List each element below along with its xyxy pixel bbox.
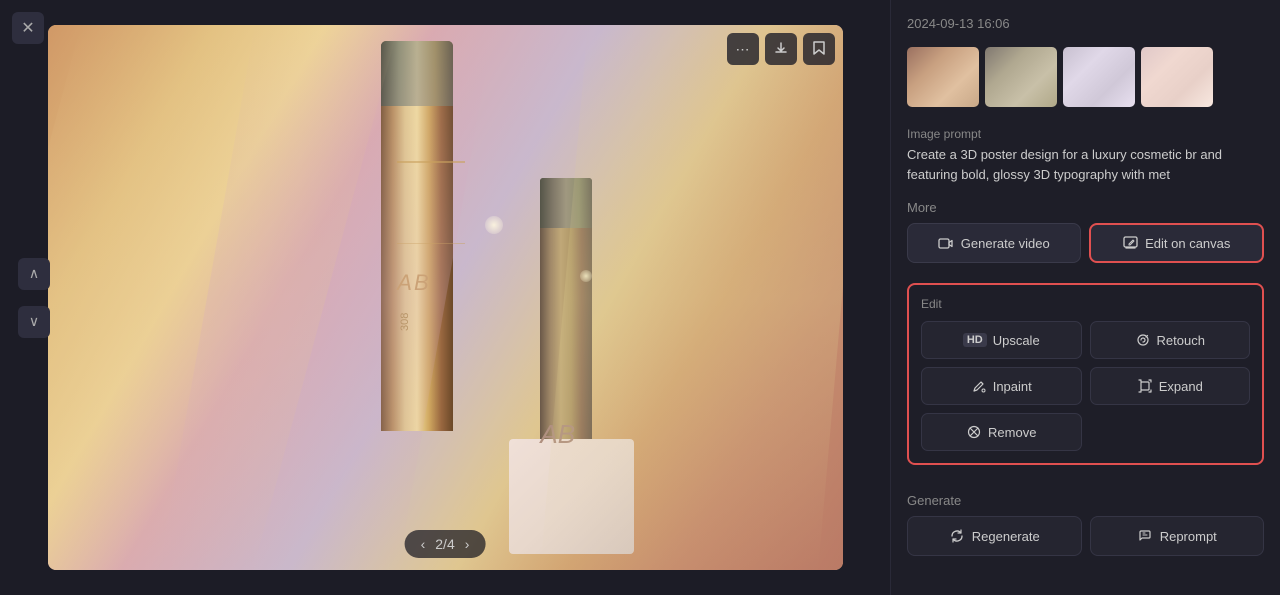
thumbnail-1[interactable] xyxy=(907,47,979,107)
generate-buttons-row: Regenerate Reprompt xyxy=(907,516,1264,556)
canvas-icon xyxy=(1122,235,1138,251)
prompt-section: Image prompt Create a 3D poster design f… xyxy=(907,127,1264,184)
main-image: AB 308 AB ⋯ xyxy=(48,25,843,570)
retouch-icon xyxy=(1135,332,1151,348)
hd-badge: HD xyxy=(963,333,987,347)
regenerate-button[interactable]: Regenerate xyxy=(907,516,1082,556)
edit-buttons-grid: HD Upscale Retouch xyxy=(921,321,1250,451)
remove-label: Remove xyxy=(988,425,1036,440)
remove-icon xyxy=(966,424,982,440)
prompt-text: Create a 3D poster design for a luxury c… xyxy=(907,145,1264,184)
nav-up-button[interactable]: ∧ xyxy=(18,258,50,290)
page-number: 2/4 xyxy=(435,536,454,552)
next-page-button[interactable]: › xyxy=(463,536,472,552)
edit-on-canvas-label: Edit on canvas xyxy=(1145,236,1230,251)
prev-page-button[interactable]: ‹ xyxy=(419,536,428,552)
thumbnail-4[interactable] xyxy=(1141,47,1213,107)
thumbnail-2[interactable] xyxy=(985,47,1057,107)
edit-section-label: Edit xyxy=(921,297,1250,311)
expand-label: Expand xyxy=(1159,379,1203,394)
more-icon: ⋯ xyxy=(736,41,750,58)
more-buttons-row: Generate video Edit on canvas xyxy=(907,223,1264,263)
cosmetic-background: AB 308 AB xyxy=(48,25,843,570)
next-icon: › xyxy=(465,536,470,552)
prompt-label: Image prompt xyxy=(907,127,1264,141)
reprompt-button[interactable]: Reprompt xyxy=(1090,516,1265,556)
generate-video-button[interactable]: Generate video xyxy=(907,223,1081,263)
image-top-controls: ⋯ xyxy=(727,33,835,65)
edit-section: Edit HD Upscale Retouch xyxy=(907,283,1264,465)
edit-on-canvas-button[interactable]: Edit on canvas xyxy=(1089,223,1265,263)
bookmark-button[interactable] xyxy=(803,33,835,65)
nav-down-button[interactable]: ∨ xyxy=(18,306,50,338)
expand-icon xyxy=(1137,378,1153,394)
thumbnails-row xyxy=(907,47,1264,107)
thumbnail-3[interactable] xyxy=(1063,47,1135,107)
timestamp: 2024-09-13 16:06 xyxy=(907,16,1264,31)
download-icon xyxy=(774,41,788,58)
chevron-up-icon: ∧ xyxy=(29,265,39,282)
retouch-button[interactable]: Retouch xyxy=(1090,321,1251,359)
generate-section: Generate Regenerate xyxy=(907,489,1264,556)
video-icon xyxy=(938,235,954,251)
prev-icon: ‹ xyxy=(421,536,426,552)
upscale-label: Upscale xyxy=(993,333,1040,348)
reprompt-label: Reprompt xyxy=(1160,529,1217,544)
more-options-button[interactable]: ⋯ xyxy=(727,33,759,65)
download-button[interactable] xyxy=(765,33,797,65)
generate-label: Generate xyxy=(907,493,1264,508)
regenerate-icon xyxy=(949,528,965,544)
upscale-button[interactable]: HD Upscale xyxy=(921,321,1082,359)
more-label: More xyxy=(907,200,1264,215)
app-container: ✕ ∧ ∨ AB 308 xyxy=(0,0,1280,595)
inpaint-label: Inpaint xyxy=(993,379,1032,394)
expand-button[interactable]: Expand xyxy=(1090,367,1251,405)
reprompt-icon xyxy=(1137,528,1153,544)
regenerate-label: Regenerate xyxy=(972,529,1040,544)
retouch-label: Retouch xyxy=(1157,333,1205,348)
inpaint-button[interactable]: Inpaint xyxy=(921,367,1082,405)
close-icon: ✕ xyxy=(21,18,34,38)
generate-video-label: Generate video xyxy=(961,236,1050,251)
page-indicator: ‹ 2/4 › xyxy=(405,530,486,558)
more-section: More Generate video xyxy=(907,196,1264,271)
remove-button[interactable]: Remove xyxy=(921,413,1082,451)
chevron-down-icon: ∨ xyxy=(29,313,39,330)
bookmark-icon xyxy=(813,41,825,58)
inpaint-icon xyxy=(971,378,987,394)
right-panel: 2024-09-13 16:06 Image prompt Create a 3… xyxy=(890,0,1280,595)
viewer-area: ✕ ∧ ∨ AB 308 xyxy=(0,0,890,595)
close-button[interactable]: ✕ xyxy=(12,12,44,44)
